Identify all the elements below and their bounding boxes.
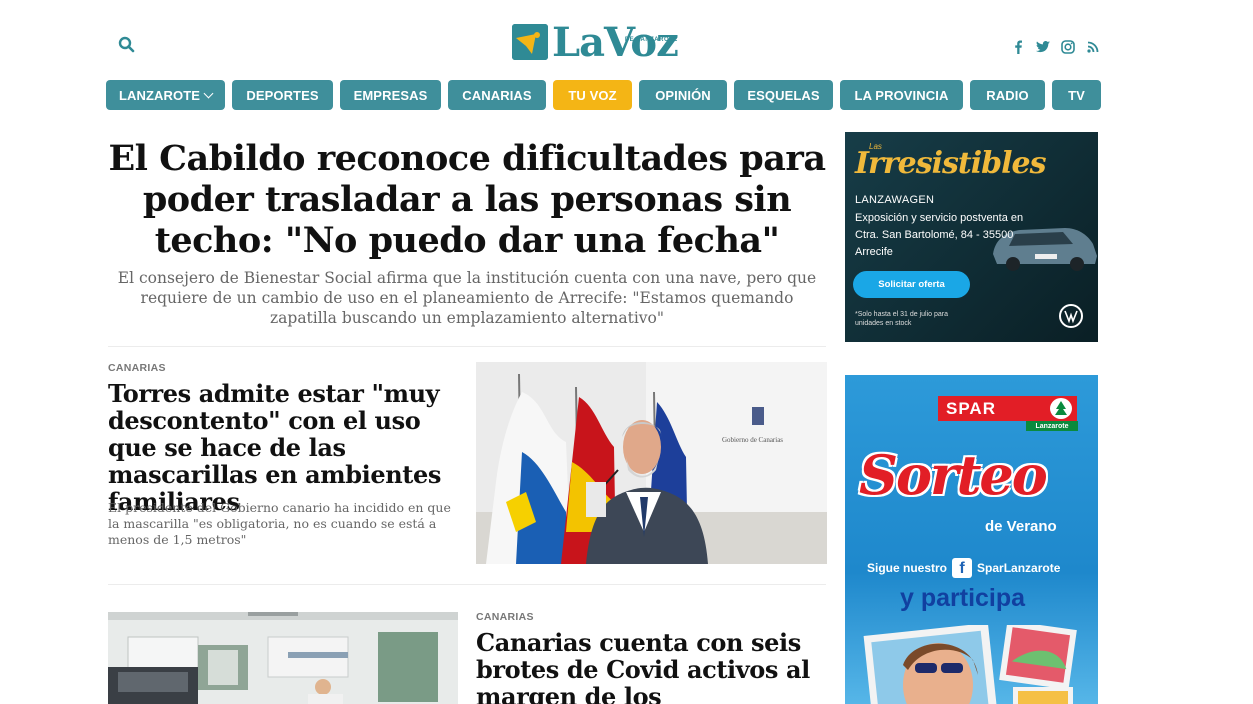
ad-subtitle: de Verano xyxy=(985,518,1057,535)
story-kicker[interactable]: CANARIAS xyxy=(108,362,166,374)
nav-item-label: DEPORTES xyxy=(246,87,319,103)
nav-item-tv[interactable]: TV xyxy=(1052,80,1101,110)
nav-item-label: CANARIAS xyxy=(462,87,532,103)
ad-follow-line: Sigue nuestro f SparLanzarote xyxy=(867,558,1060,578)
ad-script-title: Irresistibles xyxy=(855,146,1047,181)
site-logo[interactable]: LaVoz DE LANZAROTE xyxy=(512,23,679,64)
search-icon[interactable] xyxy=(117,35,137,55)
story-photo-lab[interactable] xyxy=(108,612,458,704)
nav-item-opinion[interactable]: OPINIÓN xyxy=(639,80,727,110)
ad-spar[interactable]: SPAR Lanzarote Sorteo de Verano Sigue nu… xyxy=(845,375,1098,704)
logo-subtitle: DE LANZAROTE xyxy=(624,37,678,43)
ad-lanzawagen[interactable]: Las Irresistibles LANZAWAGEN Exposición … xyxy=(845,132,1098,342)
ad-address: Exposición y servicio postventa en Ctra.… xyxy=(855,212,1024,258)
spar-tree-icon xyxy=(1050,398,1072,419)
nav-item-lanzarote[interactable]: LANZAROTE xyxy=(106,80,225,110)
story-summary: El presidente del Gobierno canario ha in… xyxy=(108,500,451,547)
ad-photo xyxy=(863,625,1077,704)
nav-item-tu-voz[interactable]: TU VOZ xyxy=(553,80,632,110)
main-summary: El consejero de Bienestar Social afirma … xyxy=(117,269,817,327)
nav-item-la-provincia[interactable]: LA PROVINCIA xyxy=(840,80,963,110)
story-photo[interactable]: Gobierno de Canarias xyxy=(476,362,827,564)
ad-follow-prefix: Sigue nuestro xyxy=(867,561,948,575)
divider xyxy=(108,584,826,585)
ad-fine-print: *Solo hasta el 31 de julio para unidades… xyxy=(855,311,949,327)
divider xyxy=(108,346,826,347)
nav-item-label: EMPRESAS xyxy=(353,87,428,103)
ad-brand: LANZAWAGEN xyxy=(855,194,935,206)
nav-item-canarias[interactable]: CANARIAS xyxy=(448,80,546,110)
nav-item-label: ESQUELAS xyxy=(747,87,820,103)
nav-item-label: OPINIÓN xyxy=(655,87,711,103)
spar-logo: SPAR xyxy=(938,396,1077,421)
ad-follow-handle: SparLanzarote xyxy=(977,561,1061,575)
instagram-icon[interactable] xyxy=(1060,39,1075,54)
story-headline[interactable]: Canarias cuenta con seis brotes de Covid… xyxy=(476,629,827,704)
rss-icon[interactable] xyxy=(1085,39,1100,54)
facebook-icon[interactable] xyxy=(1010,39,1025,54)
twitter-icon[interactable] xyxy=(1035,39,1050,54)
story-kicker[interactable]: CANARIAS xyxy=(476,611,534,623)
nav-item-label: LA PROVINCIA xyxy=(854,87,949,103)
spar-sub-label: Lanzarote xyxy=(1026,421,1078,431)
vw-logo-icon xyxy=(1059,304,1083,328)
spar-logo-text: SPAR xyxy=(946,398,996,418)
ad-cta-button[interactable]: Solicitar oferta xyxy=(853,271,970,298)
site-header: LaVoz DE LANZAROTE xyxy=(0,0,1253,78)
nav-item-label: RADIO xyxy=(986,87,1029,103)
nav-item-label: TV xyxy=(1068,87,1085,103)
social-links xyxy=(1010,39,1100,54)
logo-mark-icon xyxy=(512,24,548,60)
main-nav: LANZAROTE DEPORTES EMPRESAS CANARIAS TU … xyxy=(106,80,1101,110)
chevron-down-icon xyxy=(203,88,214,98)
nav-item-radio[interactable]: RADIO xyxy=(970,80,1045,110)
nav-item-label: LANZAROTE xyxy=(118,87,201,103)
nav-item-empresas[interactable]: EMPRESAS xyxy=(340,80,441,110)
ad-title: Sorteo xyxy=(859,443,1048,507)
main-headline[interactable]: El Cabildo reconoce dificultades para po… xyxy=(108,138,826,261)
photo-caption-text: Gobierno de Canarias xyxy=(722,436,783,444)
facebook-icon: f xyxy=(952,558,973,578)
nav-item-deportes[interactable]: DEPORTES xyxy=(232,80,333,110)
nav-item-label: TU VOZ xyxy=(568,87,617,103)
nav-item-esquelas[interactable]: ESQUELAS xyxy=(734,80,833,110)
story-headline[interactable]: Torres admite estar "muy descontento" co… xyxy=(108,380,463,515)
ad-cta-text: y participa xyxy=(900,584,1026,612)
